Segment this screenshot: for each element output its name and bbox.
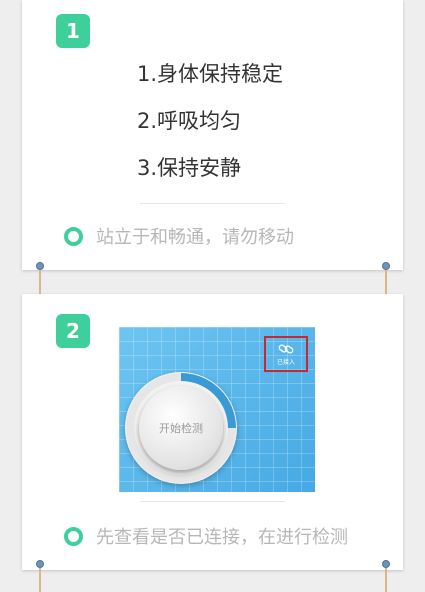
device-screen-preview: 开始检测 已接入 (119, 327, 315, 492)
hanging-cord-right-2 (382, 560, 390, 592)
connection-status-label: 已接入 (276, 358, 295, 366)
instruction-step-3: 3.保持安静 (137, 156, 242, 180)
hanging-cord-left-2 (36, 560, 44, 592)
tip-row: 先查看是否已连接，在进行检测 (64, 523, 348, 549)
bullet-circle-icon (64, 226, 83, 246)
link-icon (278, 343, 294, 354)
tip-row: 站立于和畅通，请勿移动 (64, 223, 294, 249)
connection-status[interactable]: 已接入 (264, 336, 308, 372)
instruction-step-2: 2.呼吸均匀 (137, 109, 242, 133)
step-badge-1: 1 (56, 14, 90, 48)
instruction-card-1: 1 1.身体保持稳定 2.呼吸均匀 3.保持安静 站立于和畅通，请勿移动 (22, 0, 403, 270)
tip-text: 站立于和畅通，请勿移动 (96, 227, 294, 248)
start-detection-button[interactable]: 开始检测 (139, 386, 223, 470)
instruction-step-1: 1.身体保持稳定 (137, 62, 284, 86)
step-badge-2: 2 (56, 314, 90, 348)
divider (140, 501, 285, 502)
bullet-circle-icon (64, 526, 83, 546)
divider (140, 203, 285, 204)
tip-text: 先查看是否已连接，在进行检测 (96, 527, 348, 548)
instruction-card-2: 2 开始检测 已接入 先查看是否已连接，在进行检测 (22, 294, 403, 570)
